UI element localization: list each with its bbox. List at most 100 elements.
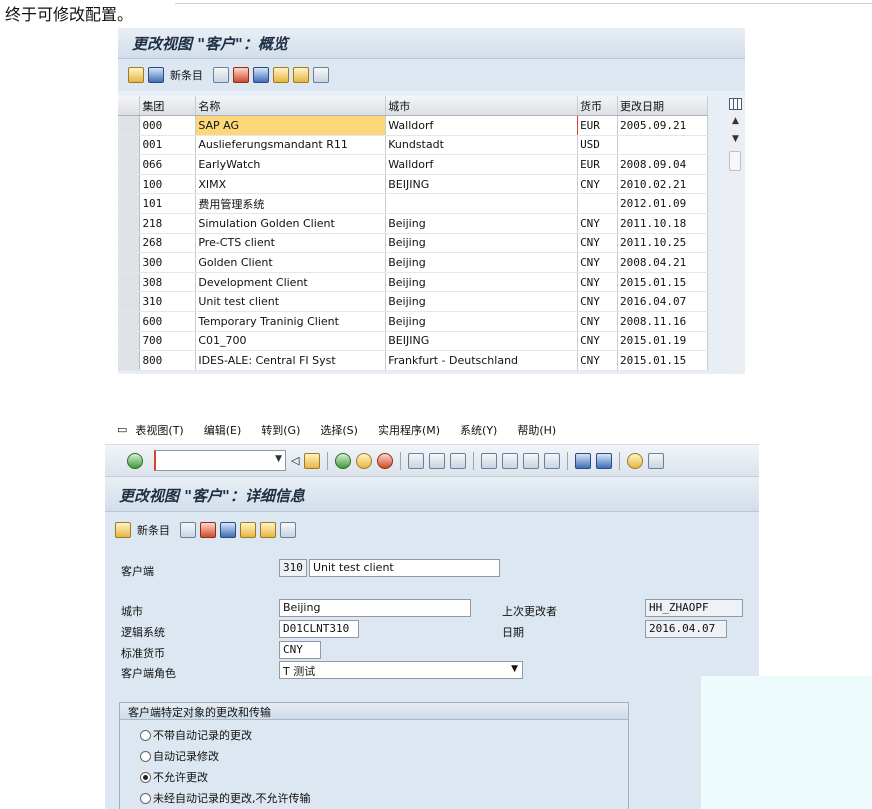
- other-entry-icon[interactable]: [280, 522, 296, 538]
- table-cell[interactable]: EUR: [577, 154, 619, 175]
- table-row[interactable]: 800 IDES-ALE: Central FI Syst Frankfurt - …: [118, 350, 708, 371]
- table-cell[interactable]: Golden Client: [195, 252, 387, 273]
- table-cell[interactable]: 000: [139, 115, 197, 136]
- table-row[interactable]: 308 Development Client Beijing CNY 2015.01.1…: [118, 272, 708, 293]
- table-cell[interactable]: 700: [139, 331, 197, 352]
- new-entries-button[interactable]: 新条目: [137, 522, 170, 538]
- menu-item[interactable]: 转到(G): [261, 422, 300, 438]
- row-selector[interactable]: [118, 135, 141, 156]
- row-selector[interactable]: [118, 154, 141, 175]
- table-cell[interactable]: Development Client: [195, 272, 387, 293]
- radio-option[interactable]: 不允许更改: [140, 769, 208, 785]
- copy-icon[interactable]: [180, 522, 196, 538]
- table-cell[interactable]: BEIJING: [385, 174, 579, 195]
- create-session-icon[interactable]: [575, 452, 592, 469]
- table-cell[interactable]: CNY: [577, 291, 619, 313]
- back-icon[interactable]: [335, 452, 352, 469]
- table-cell[interactable]: 费用管理系统: [195, 193, 387, 215]
- radio-button[interactable]: [140, 729, 151, 741]
- enter-icon[interactable]: [127, 452, 143, 469]
- table-cell[interactable]: 2008.04.21: [617, 252, 708, 273]
- client-role-dropdown[interactable]: T 测试 ▼: [279, 661, 523, 679]
- last-page-icon[interactable]: [544, 452, 561, 469]
- currency-field[interactable]: CNY: [279, 641, 321, 659]
- scroll-thumb[interactable]: [729, 151, 741, 171]
- table-cell[interactable]: Auslieferungsmandant R11: [195, 135, 387, 156]
- table-cell[interactable]: 2015.01.15: [617, 350, 708, 371]
- table-row[interactable]: 218 Simulation Golden Client Beijing CNY 201…: [118, 213, 708, 234]
- table-cell[interactable]: IDES-ALE: Central FI Syst: [195, 350, 387, 371]
- column-header[interactable]: 集团: [139, 96, 197, 117]
- row-selector[interactable]: [118, 331, 141, 352]
- table-cell[interactable]: 2008.11.16: [617, 311, 708, 332]
- row-selector[interactable]: [118, 233, 141, 254]
- table-cell[interactable]: CNY: [577, 213, 619, 234]
- table-cell[interactable]: 100: [139, 174, 197, 195]
- table-cell[interactable]: SAP AG: [195, 115, 387, 136]
- change-display-icon[interactable]: [115, 522, 131, 538]
- first-page-icon[interactable]: [481, 452, 498, 469]
- row-selector[interactable]: [118, 291, 141, 313]
- table-cell[interactable]: Kundstadt: [385, 135, 579, 156]
- table-cell[interactable]: Beijing: [385, 233, 579, 254]
- table-cell[interactable]: 101: [139, 193, 197, 215]
- table-row[interactable]: 700 C01_700 BEIJING CNY 2015.01.19: [118, 331, 708, 352]
- table-row[interactable]: 066 EarlyWatch Walldorf EUR 2008.09.04: [118, 154, 708, 175]
- table-row[interactable]: 600 Temporary Traninig Client Beijing CNY 20…: [118, 311, 708, 332]
- city-field[interactable]: Beijing: [279, 599, 471, 617]
- new-entries-button[interactable]: 新条目: [170, 67, 203, 83]
- table-cell[interactable]: [617, 135, 708, 156]
- table-cell[interactable]: 600: [139, 311, 197, 332]
- row-selector[interactable]: [118, 115, 141, 136]
- scroll-down-icon[interactable]: ▼: [732, 134, 739, 144]
- table-cell[interactable]: [385, 193, 579, 215]
- row-selector[interactable]: [118, 311, 141, 332]
- row-selector[interactable]: [118, 272, 141, 293]
- radio-option[interactable]: 未经自动记录的更改,不允许传输: [140, 790, 311, 806]
- table-cell[interactable]: CNY: [577, 331, 619, 352]
- shortcut-icon[interactable]: [596, 452, 613, 469]
- table-row[interactable]: 310 Unit test client Beijing CNY 2016.04.07: [118, 291, 708, 313]
- table-cell[interactable]: 2011.10.25: [617, 233, 708, 254]
- row-select-header[interactable]: [118, 96, 141, 117]
- cancel-icon[interactable]: [377, 452, 394, 469]
- copy-icon[interactable]: [213, 67, 229, 83]
- column-header[interactable]: 货币: [577, 96, 619, 117]
- chevron-down-icon[interactable]: ▼: [511, 664, 518, 674]
- back-arrow-icon[interactable]: ◁: [291, 454, 299, 467]
- previous-entry-icon[interactable]: [240, 522, 256, 538]
- table-cell[interactable]: 2005.09.21: [617, 115, 708, 136]
- table-cell[interactable]: Beijing: [385, 311, 579, 332]
- select-all-icon[interactable]: [273, 67, 289, 83]
- radio-option[interactable]: 不带自动记录的更改: [140, 727, 252, 743]
- command-field[interactable]: ▼: [154, 450, 286, 471]
- table-cell[interactable]: Beijing: [385, 252, 579, 273]
- table-cell[interactable]: Beijing: [385, 213, 579, 234]
- find-icon[interactable]: [429, 452, 446, 469]
- table-cell[interactable]: 2016.04.07: [617, 291, 708, 313]
- table-cell[interactable]: 2008.09.04: [617, 154, 708, 175]
- table-cell[interactable]: CNY: [577, 252, 619, 273]
- chevron-down-icon[interactable]: ▼: [275, 454, 282, 464]
- column-header[interactable]: 城市: [385, 96, 579, 117]
- table-row[interactable]: 101 费用管理系统 2012.01.09: [118, 193, 708, 215]
- table-cell[interactable]: 066: [139, 154, 197, 175]
- find-next-icon[interactable]: [450, 452, 467, 469]
- table-cell[interactable]: EUR: [577, 115, 619, 136]
- table-cell[interactable]: Pre-CTS client: [195, 233, 387, 254]
- table-cell[interactable]: Unit test client: [195, 291, 387, 313]
- table-settings-icon[interactable]: [729, 98, 742, 110]
- column-header[interactable]: 更改日期: [617, 96, 708, 117]
- table-scrollbar[interactable]: ▲ ▼: [726, 96, 745, 374]
- table-cell[interactable]: Walldorf: [385, 115, 579, 136]
- menu-item[interactable]: 表视图(T): [135, 422, 183, 438]
- table-cell[interactable]: 218: [139, 213, 197, 234]
- table-cell[interactable]: Beijing: [385, 291, 579, 313]
- table-row[interactable]: 300 Golden Client Beijing CNY 2008.04.21: [118, 252, 708, 273]
- next-page-icon[interactable]: [523, 452, 540, 469]
- radio-option[interactable]: 自动记录修改: [140, 748, 219, 764]
- menu-item[interactable]: 帮助(H): [517, 422, 556, 438]
- menu-item[interactable]: 编辑(E): [204, 422, 242, 438]
- table-row[interactable]: 000 SAP AG Walldorf EUR 2005.09.21: [118, 115, 708, 136]
- table-cell[interactable]: Simulation Golden Client: [195, 213, 387, 234]
